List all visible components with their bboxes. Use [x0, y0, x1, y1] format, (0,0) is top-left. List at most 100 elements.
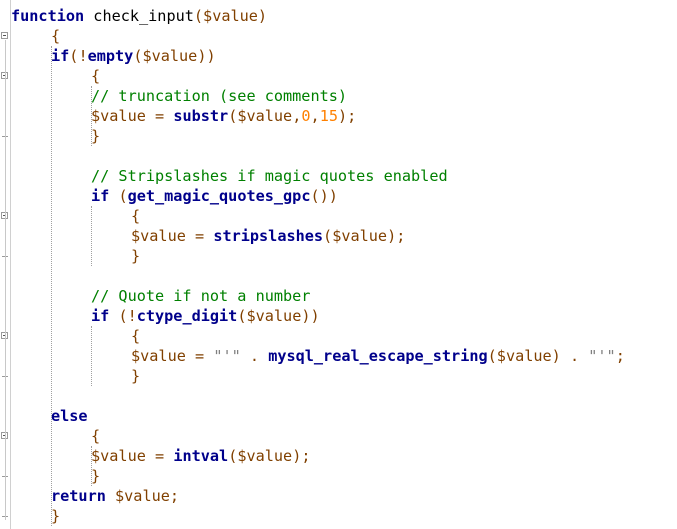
- code-token: if: [91, 187, 110, 205]
- code-token: $value: [246, 307, 302, 325]
- code-token: (: [228, 107, 238, 125]
- code-line[interactable]: }: [131, 246, 140, 266]
- code-line[interactable]: }: [91, 126, 100, 146]
- code-token: (: [193, 7, 204, 25]
- code-token: }: [51, 507, 61, 525]
- code-token: )): [301, 307, 320, 325]
- code-token: }: [131, 247, 141, 265]
- code-token: =: [185, 347, 214, 365]
- code-token: // Quote if not a number: [91, 287, 311, 305]
- code-token: );: [337, 107, 357, 125]
- code-token: $value: [105, 487, 170, 505]
- code-token: ): [257, 7, 268, 25]
- code-line[interactable]: {: [131, 206, 140, 226]
- code-token: ;: [615, 347, 625, 365]
- code-token: .: [240, 347, 269, 365]
- code-token: (!: [109, 307, 137, 325]
- code-line[interactable]: // Stripslashes if magic quotes enabled: [91, 166, 448, 186]
- indent-guide: [91, 206, 92, 266]
- code-token: $value: [131, 347, 186, 365]
- code-editor[interactable]: function check_input($value){if(!empty($…: [0, 0, 677, 529]
- code-token: {: [91, 427, 101, 445]
- code-line[interactable]: $value = intval($value);: [91, 446, 311, 466]
- code-token: substr: [173, 107, 229, 125]
- code-token: if: [91, 307, 110, 325]
- code-token: get_magic_quotes_gpc: [127, 187, 311, 205]
- code-token: (: [228, 447, 238, 465]
- code-line[interactable]: {: [51, 26, 60, 46]
- code-token: .: [560, 347, 589, 365]
- code-token: );: [292, 447, 311, 465]
- code-line[interactable]: {: [91, 426, 100, 446]
- code-token: $value: [142, 47, 198, 65]
- indent-guide: [91, 86, 92, 146]
- code-token: return: [51, 487, 106, 505]
- code-token: $value: [237, 447, 293, 465]
- fold-toggle-icon[interactable]: [1, 32, 8, 39]
- code-token: function: [11, 7, 85, 25]
- fold-line: [5, 40, 6, 520]
- code-token: $value: [332, 227, 388, 245]
- code-token: ): [551, 347, 561, 365]
- indent-guide: [51, 46, 52, 526]
- code-token: =: [145, 447, 174, 465]
- code-token: ;: [169, 487, 180, 505]
- code-token: ,: [310, 107, 320, 125]
- code-token: $value: [237, 107, 293, 125]
- code-token: =: [145, 107, 174, 125]
- code-token: );: [387, 227, 406, 245]
- code-token: check_input: [84, 7, 194, 25]
- indent-guide: [91, 446, 92, 486]
- code-token: {: [131, 327, 141, 345]
- fold-gutter: [0, 0, 11, 529]
- code-token: $value: [131, 227, 186, 245]
- code-token: intval: [173, 447, 229, 465]
- code-token: }: [91, 467, 101, 485]
- code-token: stripslashes: [213, 227, 324, 245]
- code-token: }: [131, 367, 141, 385]
- code-token: else: [51, 407, 88, 425]
- code-line[interactable]: {: [91, 66, 100, 86]
- code-token: ctype_digit: [136, 307, 238, 325]
- code-token: (: [109, 187, 128, 205]
- code-token: $value: [91, 447, 146, 465]
- code-token: {: [131, 207, 141, 225]
- code-token: // truncation (see comments): [91, 87, 348, 105]
- code-line[interactable]: }: [51, 506, 60, 526]
- code-token: {: [51, 27, 61, 45]
- code-token: 15: [319, 107, 338, 125]
- code-token: (: [487, 347, 497, 365]
- code-line[interactable]: if(!empty($value)): [51, 46, 216, 66]
- code-token: "'": [588, 347, 616, 365]
- code-line[interactable]: function check_input($value): [11, 6, 267, 26]
- code-token: {: [91, 67, 101, 85]
- code-line[interactable]: if (!ctype_digit($value)): [91, 306, 320, 326]
- code-line[interactable]: if (get_magic_quotes_gpc()): [91, 186, 338, 206]
- code-token: =: [185, 227, 214, 245]
- code-line[interactable]: }: [131, 366, 140, 386]
- code-line[interactable]: return $value;: [51, 486, 179, 506]
- code-line[interactable]: }: [91, 466, 100, 486]
- code-token: ()): [310, 187, 338, 205]
- code-token: }: [91, 127, 101, 145]
- indent-guide: [91, 326, 92, 386]
- code-token: (: [323, 227, 333, 245]
- code-line[interactable]: $value = substr($value,0,15);: [91, 106, 356, 126]
- code-token: $value: [91, 107, 146, 125]
- code-line[interactable]: {: [131, 326, 140, 346]
- code-line[interactable]: $value = stripslashes($value);: [131, 226, 405, 246]
- code-token: )): [197, 47, 216, 65]
- code-line[interactable]: // Quote if not a number: [91, 286, 310, 306]
- code-token: empty: [87, 47, 134, 65]
- code-line[interactable]: $value = "'" . mysql_real_escape_string(…: [131, 346, 625, 366]
- code-token: ,: [292, 107, 302, 125]
- code-token: $value: [496, 347, 552, 365]
- code-token: 0: [301, 107, 311, 125]
- code-line[interactable]: // truncation (see comments): [91, 86, 347, 106]
- code-token: if: [51, 47, 70, 65]
- code-token: mysql_real_escape_string: [268, 347, 488, 365]
- code-token: (!: [69, 47, 88, 65]
- code-token: "'": [213, 347, 241, 365]
- code-line[interactable]: else: [51, 406, 88, 426]
- code-token: $value: [203, 7, 258, 25]
